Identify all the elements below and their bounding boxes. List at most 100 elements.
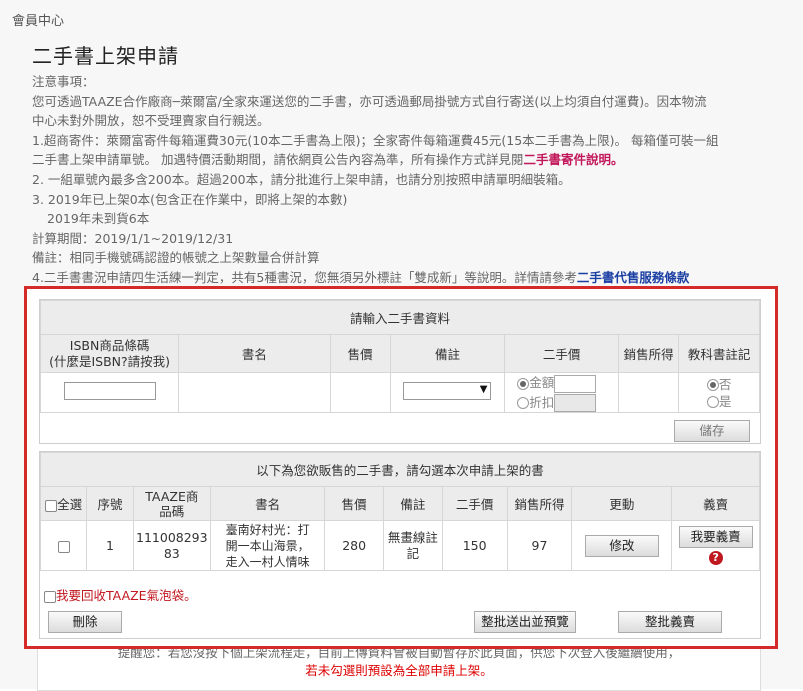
remark-cell: ▼: [389, 372, 506, 413]
textbook-no-radio[interactable]: [706, 379, 719, 391]
discount-input[interactable]: [554, 394, 597, 412]
help-icon[interactable]: ?: [708, 550, 723, 565]
terms-link[interactable]: 二手書代售服務條款: [577, 270, 690, 285]
submit-preview-button[interactable]: 整批送出並預覽: [474, 611, 576, 633]
used-price-cell: 金額 折扣: [504, 372, 620, 413]
col-used-price: 二手價: [504, 334, 620, 373]
notice-line: 備註：相同手機號碼認證的帳號之上架數量合併計算: [32, 250, 320, 266]
income-cell: [618, 372, 680, 413]
list-caption: 以下為您欲販售的二手書，請勾選本次申請上架的書: [40, 452, 760, 487]
notice-section: 注意事項： 您可透過TAAZE合作廠商─萊爾富/全家來運送您的二手書，亦可透過郵…: [32, 72, 752, 288]
row-title-line: 臺南好村光：打: [225, 522, 310, 537]
isbn-help-link[interactable]: (什麼是ISBN?請按我): [49, 354, 170, 369]
textbook-no: 否: [679, 376, 759, 393]
notice-text: 二手書上架申請單號。 加遇特價活動期間，請依網頁公告內容為準，所有操作方式詳見閱: [32, 152, 524, 168]
textbook-yes-radio[interactable]: [706, 396, 719, 408]
row-title: 臺南好村光：打 開一本山海景， 走入一村人情味: [209, 520, 326, 571]
price-cell: [329, 372, 391, 413]
title-cell: [178, 372, 331, 413]
row-code-part: 111008293: [136, 529, 208, 545]
notice-line: 2. 一組單號內最多含200本。超過200本，請分批進行上架申請，也請分別按照申…: [32, 171, 571, 187]
textbook-yes: 是: [679, 393, 759, 410]
recycle-option: 我要回收TAAZE氣泡袋。: [44, 585, 197, 604]
row-used-price: 150: [441, 520, 508, 571]
select-all-label: 全選: [57, 497, 83, 512]
row-code-part: 83: [163, 545, 180, 561]
col-code: TAAZE商 品碼: [132, 486, 211, 521]
col-isbn: ISBN商品條碼 (什麼是ISBN?請按我): [39, 334, 180, 373]
notice-line: 4.二手書書況申請四生活練一判定，共有5種書況，您無須另外標註「雙成新」等說明。…: [32, 268, 752, 288]
discount-label: 折扣: [529, 394, 555, 410]
book-list-table: 以下為您欲販售的二手書，請勾選本次申請上架的書 全選 序號 TAAZE商 品碼 書…: [39, 452, 760, 571]
col-select-all: 全選: [39, 486, 88, 521]
col-list-remark: 備註: [382, 486, 443, 521]
notice-line: 計算期間：2019/1/1~2019/12/31: [32, 230, 234, 246]
page-title: 二手書上架申請: [32, 44, 179, 68]
row-checkbox[interactable]: [57, 540, 70, 553]
notice-line: 中心未對外開放，恕不受理賣家自行親送。: [32, 113, 270, 129]
footer-warning: 若未勾選則預設為全部申請上架。: [305, 663, 493, 678]
save-button[interactable]: 儲存: [674, 420, 750, 442]
dropdown-arrow-icon: ▼: [479, 384, 488, 395]
price-mode-amount: 金額: [517, 373, 618, 393]
col-isbn-label: ISBN商品條碼: [69, 337, 150, 353]
col-edit: 更動: [571, 486, 673, 521]
textbook-cell: 否 是: [678, 372, 760, 413]
textbook-yes-label: 是: [718, 393, 732, 409]
notice-heading: 注意事項：: [32, 74, 95, 89]
col-title: 書名: [178, 334, 331, 373]
amount-input[interactable]: [554, 374, 597, 393]
row-select-cell: [39, 520, 88, 571]
notice-line: 二手書上架申請單號。 加遇特價活動期間，請依網頁公告內容為準，所有操作方式詳見閱…: [32, 150, 752, 170]
col-charity: 義賣: [671, 486, 760, 521]
row-price: 280: [324, 520, 384, 571]
notice-text: 4.二手書書況申請四生活練一判定，共有5種書況，您無須另外標註「雙成新」等說明。…: [32, 269, 577, 285]
row-remark-line: 無畫線註: [387, 529, 438, 545]
book-input-table: 請輸入二手書資料 ISBN商品條碼 (什麼是ISBN?請按我) 書名 售價 備註…: [39, 300, 760, 413]
book-list-panel: 以下為您欲販售的二手書，請勾選本次申請上架的書 全選 序號 TAAZE商 品碼 書…: [39, 451, 761, 639]
col-price: 售價: [329, 334, 391, 373]
shipping-guide-link[interactable]: 二手書寄件說明。: [523, 152, 623, 167]
amount-radio[interactable]: [517, 377, 530, 390]
isbn-input[interactable]: [63, 382, 156, 400]
row-remark-line: 記: [406, 545, 420, 561]
edit-button[interactable]: 修改: [584, 534, 659, 557]
discount-radio[interactable]: [517, 397, 530, 409]
row-seq: 1: [86, 520, 134, 571]
notice-line: 1.超商寄件：萊爾富寄件每箱運費30元(10本二手書為上限)；全家寄件每箱運費4…: [32, 132, 719, 148]
row-title-line: 走入一村人情味: [225, 554, 310, 569]
col-textbook: 教科書註記: [678, 334, 760, 373]
charity-button[interactable]: 我要義賣: [678, 525, 753, 548]
notice-line: 您可透過TAAZE合作廠商─萊爾富/全家來運送您的二手書，亦可透過郵局掛號方式自…: [32, 93, 707, 109]
col-list-income: 銷售所得: [506, 486, 573, 521]
col-remark: 備註: [389, 334, 506, 373]
remark-select[interactable]: ▼: [403, 382, 492, 400]
table-row: 1 111008293 83 臺南好村光：打 開一本山海景， 走入一村人情味 2…: [39, 520, 760, 571]
notice-line: 3. 2019年已上架0本(包含正在作業中，即將上架的本數): [32, 191, 348, 207]
row-remark: 無畫線註 記: [382, 520, 443, 571]
row-edit-cell: 修改: [571, 520, 673, 571]
recycle-checkbox[interactable]: [44, 590, 56, 603]
page: 會員中心 二手書上架申請 注意事項： 您可透過TAAZE合作廠商─萊爾富/全家來…: [0, 0, 803, 691]
textbook-no-label: 否: [718, 376, 732, 392]
bulk-charity-button[interactable]: 整批義賣: [618, 611, 722, 633]
notice-line: 2019年未到貨6本: [47, 211, 150, 227]
book-input-panel: 請輸入二手書資料 ISBN商品條碼 (什麼是ISBN?請按我) 書名 售價 備註…: [39, 299, 761, 444]
row-code: 111008293 83: [132, 520, 211, 571]
row-income: 97: [506, 520, 573, 571]
breadcrumb[interactable]: 會員中心: [12, 10, 64, 29]
select-all-checkbox[interactable]: [45, 499, 58, 512]
row-title-line: 開一本山海景，: [225, 538, 310, 553]
col-book-title: 書名: [209, 486, 326, 521]
highlight-box: 請輸入二手書資料 ISBN商品條碼 (什麼是ISBN?請按我) 書名 售價 備註…: [24, 286, 778, 649]
input-caption: 請輸入二手書資料: [40, 300, 760, 335]
amount-label: 金額: [529, 375, 555, 390]
price-mode-discount: 折扣: [517, 393, 618, 412]
col-list-price: 售價: [324, 486, 384, 521]
col-income: 銷售所得: [618, 334, 680, 373]
col-seq: 序號: [86, 486, 134, 521]
isbn-cell: [39, 372, 180, 413]
delete-button[interactable]: 刪除: [48, 611, 122, 633]
row-charity-cell: 我要義賣 ?: [671, 520, 760, 571]
col-list-used-price: 二手價: [441, 486, 508, 521]
